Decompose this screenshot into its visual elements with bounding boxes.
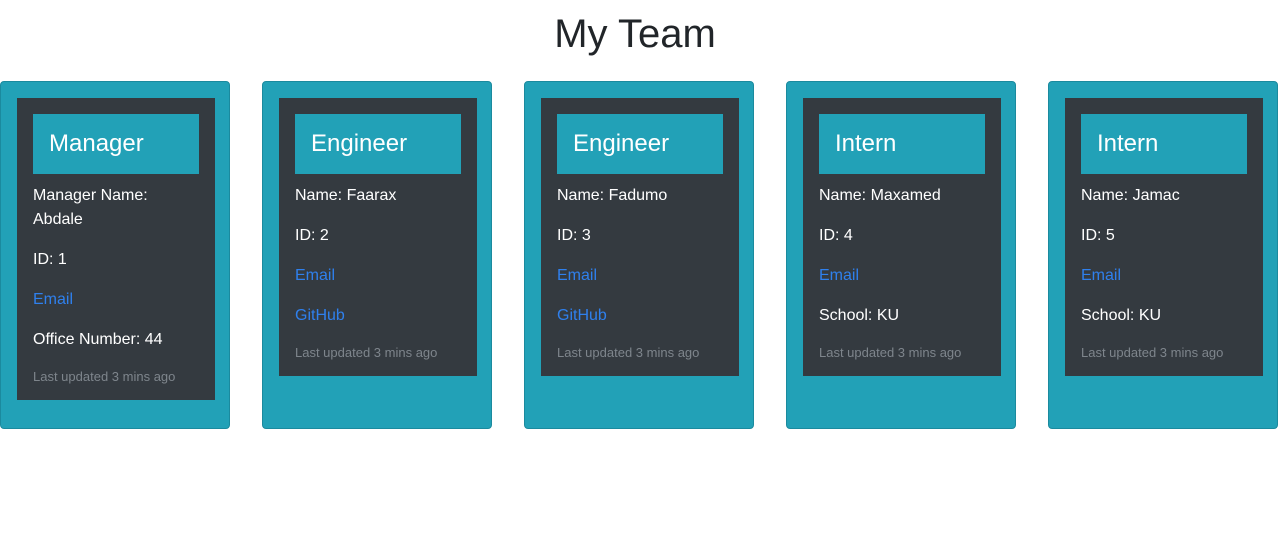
office-number: Office Number: 44 [33, 331, 163, 348]
github-link[interactable]: GitHub [295, 304, 461, 328]
email-link[interactable]: Email [295, 264, 461, 288]
role-header: Manager [33, 114, 199, 174]
member-name: Name: Faarax [295, 187, 397, 204]
school: School: KU [1081, 307, 1162, 324]
role-header: Intern [1081, 114, 1247, 174]
team-cards-row: Manager Manager Name: Abdale ID: 1 Email… [0, 81, 1280, 432]
role-header: Intern [819, 114, 985, 174]
card-body: Engineer Name: Faarax ID: 2 Email GitHub… [279, 98, 477, 376]
member-id: ID: 5 [1081, 227, 1115, 244]
team-card-engineer: Engineer Name: Fadumo ID: 3 Email GitHub… [524, 81, 754, 429]
member-name: Name: Maxamed [819, 187, 941, 204]
member-id: ID: 1 [33, 251, 67, 268]
last-updated: Last updated 3 mins ago [819, 345, 962, 360]
last-updated: Last updated 3 mins ago [33, 369, 176, 384]
role-header: Engineer [557, 114, 723, 174]
email-link[interactable]: Email [819, 264, 985, 288]
email-link[interactable]: Email [557, 264, 723, 288]
member-name: Name: Fadumo [557, 187, 668, 204]
team-card-intern: Intern Name: Maxamed ID: 4 Email School:… [786, 81, 1016, 429]
card-body: Intern Name: Maxamed ID: 4 Email School:… [803, 98, 1001, 376]
page-title: My Team [554, 12, 716, 56]
team-card-engineer: Engineer Name: Faarax ID: 2 Email GitHub… [262, 81, 492, 429]
school: School: KU [819, 307, 900, 324]
member-name: Manager Name: Abdale [33, 187, 148, 228]
member-id: ID: 2 [295, 227, 329, 244]
card-body: Manager Manager Name: Abdale ID: 1 Email… [17, 98, 215, 400]
email-link[interactable]: Email [33, 288, 199, 312]
email-link[interactable]: Email [1081, 264, 1247, 288]
role-header: Engineer [295, 114, 461, 174]
member-id: ID: 3 [557, 227, 591, 244]
last-updated: Last updated 3 mins ago [557, 345, 700, 360]
member-id: ID: 4 [819, 227, 853, 244]
last-updated: Last updated 3 mins ago [295, 345, 438, 360]
github-link[interactable]: GitHub [557, 304, 723, 328]
last-updated: Last updated 3 mins ago [1081, 345, 1224, 360]
card-body: Engineer Name: Fadumo ID: 3 Email GitHub… [541, 98, 739, 376]
team-card-manager: Manager Manager Name: Abdale ID: 1 Email… [0, 81, 230, 429]
card-body: Intern Name: Jamac ID: 5 Email School: K… [1065, 98, 1263, 376]
team-card-intern: Intern Name: Jamac ID: 5 Email School: K… [1048, 81, 1278, 429]
member-name: Name: Jamac [1081, 187, 1180, 204]
